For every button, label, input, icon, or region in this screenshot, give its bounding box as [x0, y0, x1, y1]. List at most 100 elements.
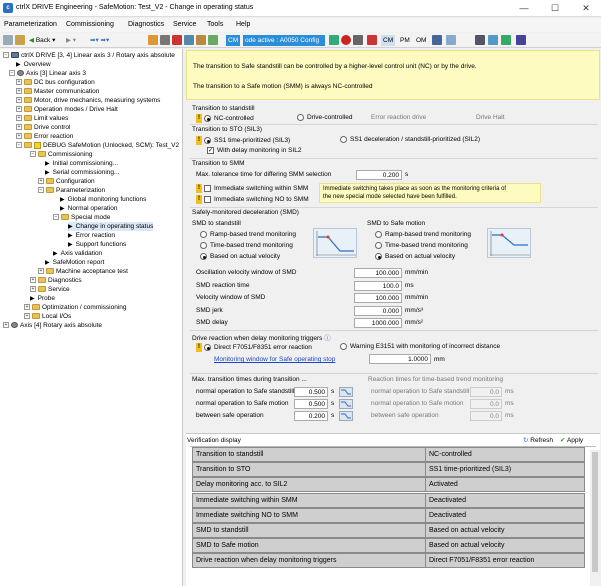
radio-sil3[interactable]	[204, 137, 211, 144]
checkbox-unchecked[interactable]	[204, 185, 211, 192]
tree-item[interactable]: ▶ Serial commissioning...	[45, 168, 119, 177]
tree-item[interactable]: − Commissioning	[30, 150, 92, 159]
cm-mode-badge[interactable]: CM	[226, 35, 241, 46]
radio[interactable]	[375, 242, 382, 249]
tree-item[interactable]: ▶ Normal operation	[60, 204, 117, 213]
graph-icon[interactable]	[339, 411, 353, 421]
tree-item[interactable]: ▶ Axis validation	[53, 249, 102, 258]
cm-button[interactable]: CM	[381, 35, 396, 46]
tree-item[interactable]: + Machine acceptance test	[38, 267, 128, 276]
scrollbar-thumb[interactable]	[592, 452, 598, 572]
expand-icon[interactable]: +	[16, 115, 22, 122]
radio-sil2[interactable]	[340, 136, 347, 143]
tree-item[interactable]: + Limit values	[16, 114, 68, 123]
tree-item[interactable]: − Axis [3] Linear axis 3	[9, 69, 86, 78]
tree-item[interactable]: + Local I/Os	[24, 312, 71, 321]
standstill-nc-option[interactable]: ! NC-controlled	[196, 114, 254, 123]
settings-icon[interactable]	[353, 35, 363, 45]
smd-param-input[interactable]: 100.000	[354, 293, 402, 303]
network-icon[interactable]	[475, 35, 485, 45]
grid-icon[interactable]	[516, 35, 526, 45]
compare-icon[interactable]	[208, 35, 218, 45]
copy-icon[interactable]	[196, 35, 206, 45]
maximize-button[interactable]: ☐	[542, 0, 568, 16]
expand-icon[interactable]: +	[16, 106, 22, 113]
apply-button[interactable]: ✔ Apply	[560, 436, 583, 444]
max-time-input[interactable]: 0.200	[294, 411, 328, 421]
smd-motion-time[interactable]: Time-based trend monitoring	[375, 242, 468, 249]
sto-option-sil3[interactable]: ! SS1 time-prioritized (SIL3)	[196, 136, 290, 145]
radio[interactable]	[200, 231, 207, 238]
tree-item[interactable]: + Axis [4] Rotary axis absolute	[3, 321, 102, 330]
expand-icon[interactable]: +	[16, 133, 22, 140]
expand-icon[interactable]: +	[38, 268, 44, 275]
checkbox-unchecked[interactable]	[204, 196, 211, 203]
favorite-icon[interactable]	[148, 35, 158, 45]
delay-monitoring-checkbox[interactable]: ✓ With delay monitoring in SIL2	[207, 147, 302, 154]
expand-icon[interactable]: +	[16, 124, 22, 131]
stop-icon[interactable]	[172, 35, 182, 45]
radio[interactable]	[204, 344, 211, 351]
tree-item[interactable]: ▶ SafeMotion report	[45, 258, 104, 267]
smm-immediate-within[interactable]: ! Immediate switching within SMM	[196, 184, 308, 193]
info-icon[interactable]: ⓘ	[324, 335, 331, 342]
delay-direct-option[interactable]: ! Direct F7051/F8351 error reaction	[196, 343, 312, 352]
close-button[interactable]: ✕	[573, 0, 599, 16]
safe-stop-window-link[interactable]: Monitoring window for Safe operating sto…	[214, 356, 335, 363]
radio[interactable]	[200, 242, 207, 249]
expand-icon[interactable]: +	[30, 286, 36, 293]
tree-item[interactable]: + Service	[30, 285, 70, 294]
radio[interactable]	[340, 343, 347, 350]
standstill-drive-option[interactable]: Drive-controlled	[297, 114, 353, 121]
expand-icon[interactable]: +	[38, 178, 44, 185]
checkbox-checked[interactable]: ✓	[207, 147, 214, 154]
collapse-icon[interactable]: −	[53, 214, 59, 221]
collapse-icon[interactable]: −	[9, 70, 15, 77]
connect-icon[interactable]	[329, 35, 339, 45]
graph-icon[interactable]	[339, 387, 353, 397]
expand-icon[interactable]: +	[3, 322, 9, 329]
expand-icon[interactable]: +	[16, 88, 22, 95]
collapse-icon[interactable]	[3, 35, 13, 45]
io-icon[interactable]	[432, 35, 442, 45]
tree-item[interactable]: ▶ Error reaction	[68, 231, 115, 240]
expand-icon[interactable]: +	[30, 277, 36, 284]
tree-item[interactable]: ▶ Support functions	[68, 240, 126, 249]
expand-icon[interactable]: +	[24, 304, 30, 311]
smd-param-input[interactable]: 100.0	[354, 280, 402, 291]
tree-item[interactable]: ▶ Overview	[16, 60, 51, 69]
pm-button[interactable]: PM	[400, 35, 410, 46]
menu-parameterization[interactable]: Parameterization	[4, 21, 57, 28]
menu-help[interactable]: Help	[236, 21, 250, 28]
tree-item[interactable]: + Motor, drive mechanics, measuring syste…	[16, 96, 160, 105]
tree-item[interactable]: ▶ Initial commissioning...	[45, 159, 118, 168]
collapse-icon[interactable]: −	[16, 142, 22, 149]
smd-motion-ramp[interactable]: Ramp-based trend monitoring	[375, 231, 471, 238]
forward-button[interactable]: ▶ ▾	[66, 35, 76, 46]
smd-param-input[interactable]: 0.000	[354, 305, 402, 316]
tree-item[interactable]: + Operation modes / Drive Halt	[16, 105, 118, 114]
collapse-icon[interactable]: −	[38, 187, 44, 194]
max-time-input[interactable]: 0.500	[294, 387, 328, 397]
smd-param-input[interactable]: 100.000	[354, 268, 402, 278]
tree-item[interactable]: + Drive control	[16, 123, 70, 132]
tree-item[interactable]: ▶ Global monitoring functions	[60, 195, 146, 204]
tree-item[interactable]: + Configuration	[38, 177, 95, 186]
tree-item[interactable]: + DC bus configuration	[16, 78, 95, 87]
refresh-button[interactable]: ↻ Refresh	[523, 436, 553, 444]
smm-immediate-no[interactable]: ! Immediate switching NO to SMM	[196, 195, 309, 204]
chart-icon[interactable]	[501, 35, 511, 45]
expand-icon[interactable]: +	[16, 79, 22, 86]
menu-commissioning[interactable]: Commissioning	[66, 21, 114, 28]
safe-stop-window-input[interactable]: 1.0000	[369, 354, 431, 364]
radio[interactable]	[375, 231, 382, 238]
smd-standstill-time[interactable]: Time-based trend monitoring	[200, 242, 293, 249]
nav-down-button[interactable]: ➡▾ ➡▾	[90, 35, 109, 46]
om-button[interactable]: OM	[416, 35, 426, 46]
expand-icon[interactable]: +	[16, 97, 22, 104]
monitor-icon[interactable]	[488, 35, 498, 45]
sto-option-sil2[interactable]: SS1 deceleration / standstill-prioritize…	[340, 136, 480, 143]
vertical-scrollbar[interactable]	[590, 450, 600, 586]
tree-item[interactable]: + Master communication	[16, 87, 99, 96]
smd-standstill-actual[interactable]: Based on actual velocity	[200, 253, 280, 260]
